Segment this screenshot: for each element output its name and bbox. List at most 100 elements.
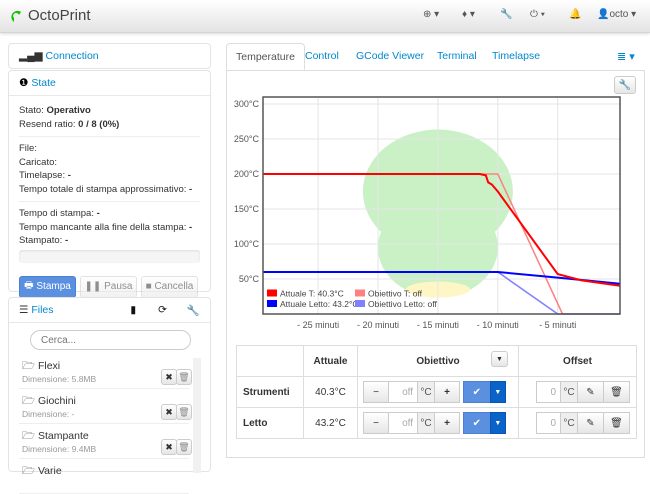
decrease-icon[interactable]: − bbox=[363, 412, 389, 434]
legend-swatch bbox=[267, 289, 277, 297]
increase-icon[interactable]: + bbox=[434, 381, 460, 403]
settings-wrench-icon[interactable]: 🔧 bbox=[500, 9, 512, 20]
file-item[interactable]: 🗁 Flexi Dimensione: 5.8MB ✖ 🗑 bbox=[19, 354, 192, 389]
power-menu-icon[interactable]: ⏻ ▾ bbox=[530, 9, 545, 20]
stampato-label: Stampato: bbox=[19, 235, 63, 246]
files-scrollbar[interactable] bbox=[193, 358, 201, 473]
tab-timelapse[interactable]: Timelapse bbox=[483, 43, 549, 70]
tabs-overflow-menu-icon[interactable]: ≣ ▾ bbox=[617, 50, 635, 63]
cut-icon[interactable]: ✖ bbox=[161, 439, 177, 455]
header-offset: Offset bbox=[518, 345, 637, 377]
graph-settings-button[interactable]: 🔧 bbox=[614, 76, 636, 94]
y-tick-label: 300°C bbox=[234, 99, 260, 109]
cut-icon[interactable]: ✖ bbox=[161, 369, 177, 385]
flame-menu-icon[interactable]: ♦ ▾ bbox=[462, 9, 475, 20]
decrease-icon[interactable]: − bbox=[363, 381, 389, 403]
system-menu-icon[interactable]: ⊕ ▾ bbox=[423, 9, 439, 20]
file-name: Flexi bbox=[37, 360, 61, 372]
navbar bbox=[0, 0, 650, 33]
octoprint-logo-icon bbox=[11, 10, 21, 22]
cancella-button[interactable]: ■ Cancella bbox=[141, 275, 198, 298]
info-icon: ❶ bbox=[19, 77, 29, 89]
tempo-mancante-label: Tempo mancante alla fine della stampa: bbox=[19, 221, 187, 233]
trash-icon[interactable]: 🗑 bbox=[603, 381, 630, 403]
offset-input[interactable]: 0 bbox=[536, 381, 561, 403]
stampa-button[interactable]: 🖶 Stampa bbox=[19, 275, 76, 298]
y-tick-label: 200°C bbox=[234, 169, 260, 179]
legend-label: Obiettivo T: off bbox=[368, 289, 423, 299]
refresh-icon[interactable]: ⟳ bbox=[158, 304, 167, 316]
unit-label: °C bbox=[417, 381, 435, 403]
tab-gcode-viewer[interactable]: GCode Viewer bbox=[347, 43, 433, 70]
connection-title[interactable]: Connection bbox=[46, 50, 99, 62]
x-tick-label: - 15 minuti bbox=[417, 320, 459, 330]
unit-label: °C bbox=[560, 412, 578, 434]
notifications-bell-icon[interactable]: 🔔 bbox=[569, 9, 581, 20]
increase-icon[interactable]: + bbox=[434, 412, 460, 434]
brand[interactable]: OctoPrint bbox=[8, 7, 91, 24]
trash-icon[interactable]: 🗑 bbox=[176, 439, 192, 455]
file-search-input[interactable] bbox=[30, 330, 191, 350]
legend-swatch bbox=[355, 300, 365, 307]
tab-temperature[interactable]: Temperature bbox=[226, 43, 305, 70]
offset-input[interactable]: 0 bbox=[536, 412, 561, 434]
cut-icon[interactable]: ✖ bbox=[161, 404, 177, 420]
file-item[interactable]: 🗁 Giochini Dimensione: - ✖ 🗑 bbox=[19, 389, 192, 424]
tempo-totale-value: - bbox=[189, 183, 193, 195]
wrench-icon[interactable]: 🔧 bbox=[187, 304, 200, 317]
timelapse-value: - bbox=[67, 170, 71, 181]
table-row: Strumenti 40.3°C − off °C + ✔ ▼ 0 °C ✎ 🗑 bbox=[236, 376, 637, 408]
sd-card-icon[interactable]: ▮ bbox=[130, 304, 136, 316]
legend-label: Obiettivo Letto: off bbox=[368, 299, 437, 309]
connection-header[interactable]: ▂▄▆ Connection bbox=[9, 44, 210, 69]
trash-icon[interactable]: 🗑 bbox=[176, 369, 192, 385]
list-icon: ☰ bbox=[19, 304, 29, 316]
obiettivo-presets-dropdown[interactable]: ▼ bbox=[491, 351, 508, 367]
state-header[interactable]: ❶ State bbox=[9, 71, 210, 96]
legend-label: Attuale Letto: 43.2°C bbox=[280, 299, 359, 309]
set-target-check-icon[interactable]: ✔ bbox=[462, 381, 491, 403]
pausa-button[interactable]: ❚❚ Pausa bbox=[80, 275, 137, 298]
pausa-label: Pausa bbox=[104, 281, 133, 292]
stato-label: Stato: bbox=[19, 105, 44, 116]
file-item[interactable]: 🗁 Varie bbox=[19, 459, 189, 494]
y-tick-label: 250°C bbox=[234, 134, 260, 144]
folder-icon: 🗁 bbox=[22, 465, 36, 477]
tab-control[interactable]: Control bbox=[296, 43, 348, 70]
tempo-stampa-value: - bbox=[96, 208, 100, 219]
set-target-check-icon[interactable]: ✔ bbox=[462, 412, 491, 434]
y-tick-label: 100°C bbox=[234, 239, 260, 249]
file-label: File: bbox=[19, 143, 37, 154]
stato-value: Operativo bbox=[46, 105, 91, 116]
trash-icon[interactable]: 🗑 bbox=[176, 404, 192, 420]
legend-label: Attuale T: 40.3°C bbox=[280, 289, 344, 299]
x-tick-label: - 10 minuti bbox=[477, 320, 519, 330]
unit-label: °C bbox=[417, 412, 435, 434]
user-menu[interactable]: 👤octo ▾ bbox=[597, 9, 636, 20]
tempo-totale-label: Tempo totale di stampa approssimativo: bbox=[19, 183, 187, 195]
file-name: Giochini bbox=[37, 395, 76, 407]
pause-icon: ❚❚ bbox=[84, 281, 102, 292]
file-name: Stampante bbox=[37, 430, 89, 442]
state-title[interactable]: State bbox=[31, 77, 56, 89]
x-tick-label: - 25 minuti bbox=[297, 320, 339, 330]
edit-pencil-icon[interactable]: ✎ bbox=[577, 412, 604, 434]
header-empty bbox=[236, 345, 304, 377]
y-tick-label: 50°C bbox=[239, 274, 260, 284]
file-list: 🗁 Flexi Dimensione: 5.8MB ✖ 🗑 🗁 Giochini … bbox=[19, 354, 192, 494]
x-tick-label: - 5 minuti bbox=[539, 320, 576, 330]
target-input[interactable]: off bbox=[388, 381, 418, 403]
target-dropdown[interactable]: ▼ bbox=[489, 381, 506, 403]
file-item[interactable]: 🗁 Stampante Dimensione: 9.4MB ✖ 🗑 bbox=[19, 424, 192, 459]
file-size: Dimensione: - bbox=[22, 409, 75, 419]
target-input[interactable]: off bbox=[388, 412, 418, 434]
x-tick-label: - 20 minuti bbox=[357, 320, 399, 330]
trash-icon[interactable]: 🗑 bbox=[603, 412, 630, 434]
files-title[interactable]: Files bbox=[31, 304, 53, 316]
edit-pencil-icon[interactable]: ✎ bbox=[577, 381, 604, 403]
files-panel: ☰ Files ▮ ⟳ 🔧 🗁 Flexi Dimensione: 5.8MB … bbox=[8, 297, 211, 494]
tab-terminal[interactable]: Terminal bbox=[428, 43, 486, 70]
folder-icon: 🗁 bbox=[22, 360, 36, 372]
header-obiettivo: Obiettivo ▼ bbox=[357, 345, 519, 377]
target-dropdown[interactable]: ▼ bbox=[489, 412, 506, 434]
